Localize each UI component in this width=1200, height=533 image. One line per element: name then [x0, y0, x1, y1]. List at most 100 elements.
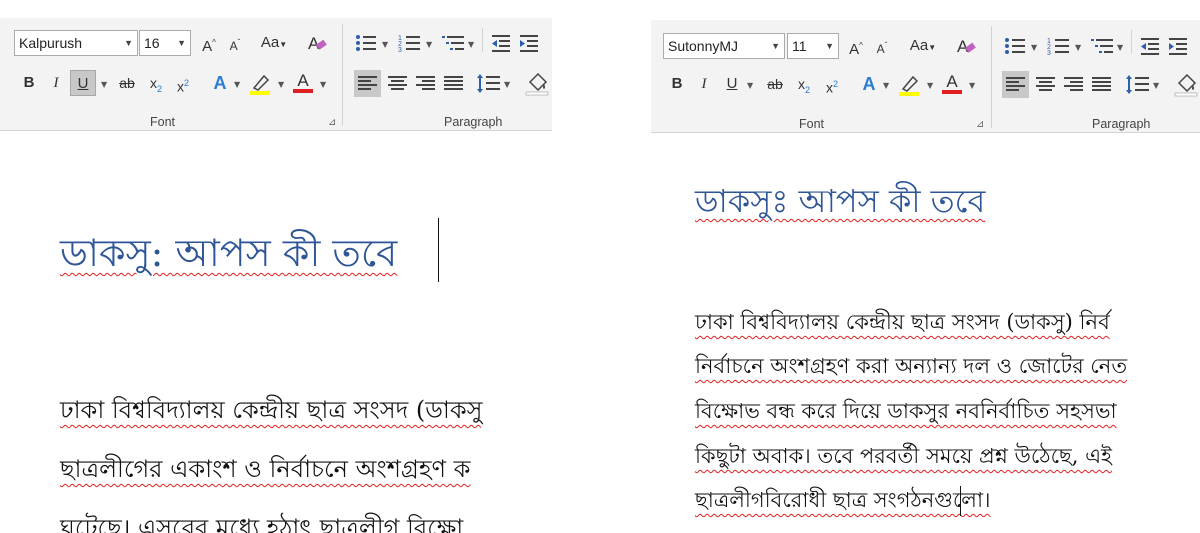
change-case-button[interactable]: Aa▼	[905, 33, 941, 59]
document-line-3[interactable]: ঘটেছে। এসবের মধ্যে হঠাৎ ছাত্রলীগ বিক্ষো	[60, 510, 463, 533]
change-case-label: Aa	[260, 34, 280, 51]
document-line-1[interactable]: ঢাকা বিশ্ববিদ্যালয় কেন্দ্রীয় ছাত্র সংস…	[60, 392, 483, 432]
document-line-3[interactable]: বিক্ষোভ বন্ধ করে দিয়ে ডাকসুর নবনির্বাচি…	[695, 395, 1117, 430]
document-line-5[interactable]: ছাত্রলীগবিরোধী ছাত্র সংগঠনগুলো।	[695, 484, 991, 519]
highlight-dropdown-icon[interactable]: ▼	[278, 80, 284, 89]
multilevel-dropdown-icon[interactable]: ▼	[1117, 43, 1123, 52]
superscript-button[interactable]: x2	[819, 71, 845, 97]
underline-dropdown-icon[interactable]: ▼	[101, 80, 107, 89]
grow-font-label: A	[202, 38, 213, 55]
paragraph-group-label: Paragraph	[444, 115, 503, 129]
bold-label: B	[671, 75, 683, 92]
strikethrough-button[interactable]: ab	[114, 70, 140, 96]
shading-icon[interactable]	[1173, 71, 1199, 98]
align-center-icon[interactable]	[384, 70, 411, 97]
bold-button[interactable]: B	[16, 70, 42, 96]
align-left-icon[interactable]	[354, 70, 381, 97]
text-effects-button[interactable]: A	[207, 70, 233, 96]
text-effects-dropdown-icon[interactable]: ▼	[883, 81, 889, 90]
font-group-label: Font	[150, 115, 176, 129]
document-line-4[interactable]: কিছুটা অবাক। তবে পরবর্তী সময়ে প্রশ্ন উঠ…	[695, 440, 1112, 475]
highlighter-icon[interactable]	[248, 72, 274, 96]
font-color-button[interactable]: A	[290, 68, 316, 94]
bold-button[interactable]: B	[664, 71, 690, 97]
align-right-icon[interactable]	[412, 70, 439, 97]
grow-font-button[interactable]: A^	[196, 30, 222, 56]
superscript-label: x	[825, 79, 833, 96]
justify-icon[interactable]	[440, 70, 467, 97]
document-title[interactable]: ডাকসুঃ আপস কী তবে	[695, 176, 985, 230]
multilevel-list-icon[interactable]	[442, 32, 466, 54]
inline-divider	[482, 28, 483, 52]
chevron-down-icon[interactable]: ▼	[177, 31, 186, 55]
document-line-1[interactable]: ঢাকা বিশ্ববিদ্যালয় কেন্দ্রীয় ছাত্র সংস…	[695, 306, 1110, 341]
justify-icon[interactable]	[1088, 71, 1115, 98]
line-spacing-icon[interactable]	[476, 70, 503, 97]
strikethrough-button[interactable]: ab	[762, 71, 788, 97]
text-effects-button[interactable]: A	[856, 71, 882, 97]
superscript-button[interactable]: x2	[170, 70, 196, 96]
bullets-icon[interactable]	[354, 32, 378, 54]
text-caret	[438, 218, 439, 282]
increase-indent-icon[interactable]	[518, 32, 540, 54]
underline-dropdown-icon[interactable]: ▼	[747, 81, 753, 90]
font-group-label: Font	[799, 117, 825, 131]
increase-indent-icon[interactable]	[1167, 35, 1189, 57]
font-color-dropdown-icon[interactable]: ▼	[320, 80, 326, 89]
clear-formatting-icon[interactable]: A	[955, 35, 977, 57]
highlight-dropdown-icon[interactable]: ▼	[927, 81, 933, 90]
bullets-dropdown-icon[interactable]: ▼	[382, 40, 388, 49]
change-case-button[interactable]: Aa▼	[256, 30, 292, 56]
numbering-dropdown-icon[interactable]: ▼	[426, 40, 432, 49]
highlighter-icon[interactable]	[897, 73, 923, 97]
subscript-button[interactable]: x2	[791, 71, 817, 97]
bullets-icon[interactable]	[1003, 35, 1027, 57]
font-name-combobox[interactable]: Kalpurush ▼	[14, 30, 138, 56]
change-case-label: Aa	[909, 37, 929, 54]
chevron-down-icon[interactable]: ▼	[124, 31, 133, 55]
shrink-font-button[interactable]: Aˇ	[222, 30, 248, 56]
dialog-launcher-icon[interactable]: ⊿	[328, 117, 336, 128]
font-size-combobox[interactable]: 16 ▼	[139, 30, 191, 56]
font-color-button[interactable]: A	[939, 69, 965, 95]
line-spacing-icon[interactable]	[1125, 71, 1152, 98]
document-line-2[interactable]: ছাত্রলীগের একাংশ ও নির্বাচনে অংশগ্রহণ ক	[60, 451, 470, 491]
chevron-down-icon[interactable]: ▼	[825, 34, 834, 58]
underline-button[interactable]: U	[719, 71, 745, 97]
superscript-label: x	[176, 78, 184, 95]
font-name-combobox[interactable]: SutonnyMJ ▼	[663, 33, 785, 59]
dialog-launcher-icon[interactable]: ⊿	[976, 119, 984, 130]
decrease-indent-icon[interactable]	[1139, 35, 1161, 57]
text-effects-dropdown-icon[interactable]: ▼	[234, 80, 240, 89]
line-spacing-dropdown-icon[interactable]: ▼	[1153, 81, 1159, 90]
align-left-icon[interactable]	[1002, 71, 1029, 98]
multilevel-dropdown-icon[interactable]: ▼	[468, 40, 474, 49]
multilevel-list-icon[interactable]	[1091, 35, 1115, 57]
grow-font-button[interactable]: A^	[843, 33, 869, 59]
italic-button[interactable]: I	[43, 70, 69, 96]
shading-icon[interactable]	[524, 70, 550, 97]
clear-formatting-icon[interactable]: A	[306, 32, 328, 54]
align-center-icon[interactable]	[1032, 71, 1059, 98]
font-size-combobox[interactable]: 11 ▼	[787, 33, 839, 59]
document-line-2[interactable]: নির্বাচনে অংশগ্রহণ করা অন্যান্য দল ও জোট…	[695, 350, 1127, 385]
font-color-dropdown-icon[interactable]: ▼	[969, 81, 975, 90]
shrink-font-label: A	[876, 42, 885, 56]
shrink-font-button[interactable]: Aˇ	[869, 33, 895, 59]
chevron-down-icon[interactable]: ▼	[771, 34, 780, 58]
ribbon: SutonnyMJ ▼ 11 ▼ A^ Aˇ Aa▼ A B I U ▼ ab …	[651, 20, 1200, 133]
bold-label: B	[23, 74, 35, 91]
document-title[interactable]: ডাকসু: আপস কী তবে	[60, 224, 397, 288]
italic-button[interactable]: I	[691, 71, 717, 97]
subscript-button[interactable]: x2	[143, 70, 169, 96]
line-spacing-dropdown-icon[interactable]: ▼	[504, 80, 510, 89]
underline-label: U	[77, 75, 89, 92]
underline-button[interactable]: U	[70, 70, 96, 96]
decrease-indent-icon[interactable]	[490, 32, 512, 54]
numbering-icon[interactable]: 1 2 3	[1047, 35, 1071, 57]
shrink-font-label: A	[229, 39, 238, 53]
numbering-icon[interactable]: 1 2 3	[398, 32, 422, 54]
bullets-dropdown-icon[interactable]: ▼	[1031, 43, 1037, 52]
align-right-icon[interactable]	[1060, 71, 1087, 98]
numbering-dropdown-icon[interactable]: ▼	[1075, 43, 1081, 52]
